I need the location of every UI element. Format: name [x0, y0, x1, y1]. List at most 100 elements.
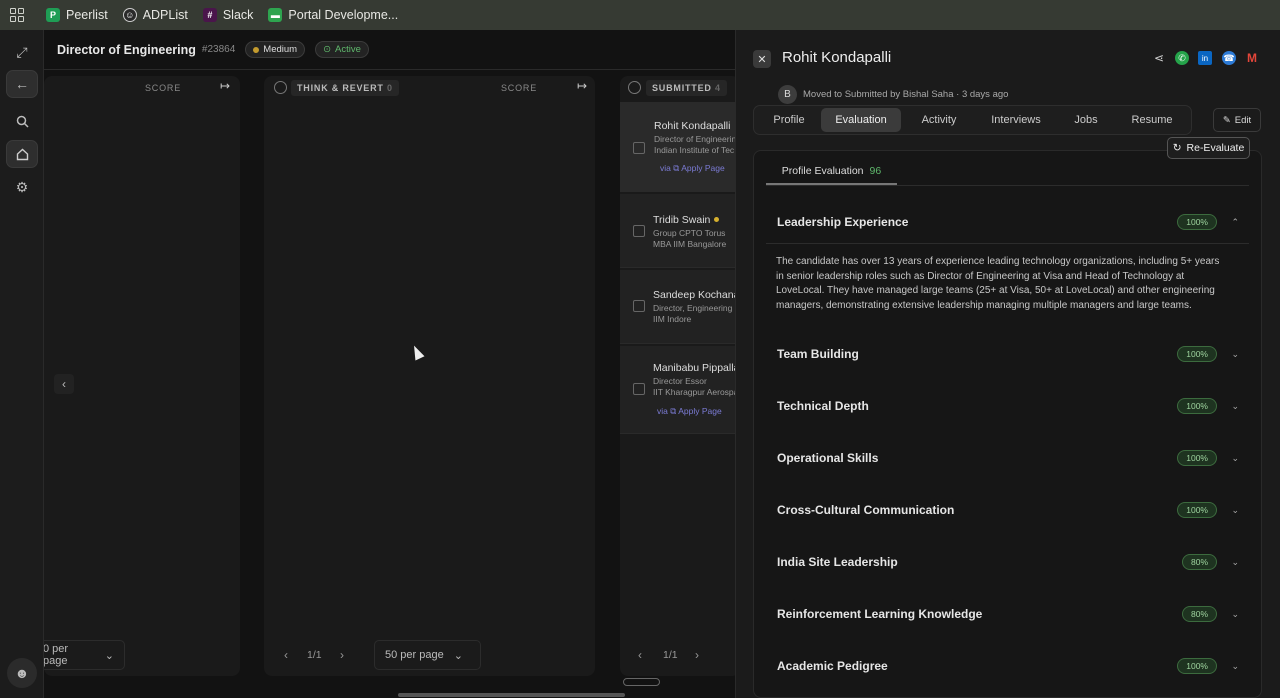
candidate-card[interactable]: Rohit Kondapalli Director of Engineerin … — [620, 102, 740, 192]
tab-activity[interactable]: Activity — [901, 108, 977, 132]
external-link-icon: ⧉ — [670, 406, 677, 416]
status-label: Active — [335, 44, 361, 55]
kanban-column-submitted: SUBMITTED 4 Rohit Kondapalli Director of… — [620, 76, 740, 676]
column-header: SCORE ↦ — [44, 76, 240, 100]
candidate-card[interactable]: Tridib Swain Group CPTO Torus MBA IIM Ba… — [620, 194, 740, 268]
chevron-down-icon[interactable]: ⌄ — [1231, 609, 1239, 620]
edit-button[interactable]: ✎ Edit — [1213, 108, 1261, 132]
priority-dot-icon — [253, 46, 260, 53]
close-icon[interactable]: ✕ — [753, 50, 771, 68]
bookmark-label: Peerlist — [66, 8, 108, 22]
prev-page-icon[interactable]: ‹ — [638, 648, 642, 662]
source-link[interactable]: via ⧉ Apply Page — [657, 406, 722, 417]
tab-jobs[interactable]: Jobs — [1055, 108, 1117, 132]
chevron-up-icon[interactable]: ⌃ — [1231, 217, 1239, 228]
chevron-down-icon[interactable]: ⌄ — [1231, 505, 1239, 516]
select-all-radio[interactable] — [628, 81, 641, 94]
eval-section-academic-pedigree[interactable]: Academic Pedigree 100% ⌄ — [777, 658, 1239, 674]
bookmarks-bar: P Peerlist ☺ ADPList # Slack ▬ Portal De… — [0, 0, 1280, 30]
candidate-checkbox[interactable] — [633, 225, 645, 237]
home-icon[interactable] — [6, 140, 38, 168]
candidate-name: Rohit Kondapalli — [654, 120, 731, 132]
tab-resume[interactable]: Resume — [1117, 108, 1187, 132]
app-sidebar: ⤢ ← ⚙ ☻ — [0, 30, 44, 698]
select-all-radio[interactable] — [274, 81, 287, 94]
column-count: 4 — [715, 83, 721, 93]
gmail-icon[interactable]: M — [1245, 51, 1259, 65]
source-link[interactable]: via ⧉ Apply Page — [660, 163, 725, 174]
share-icon[interactable]: ⋖ — [1152, 51, 1166, 65]
eval-section-operational-skills[interactable]: Operational Skills 100% ⌄ — [777, 450, 1239, 466]
candidate-school: Indian Institute of Tec — [654, 145, 735, 155]
eval-section-leadership[interactable]: Leadership Experience 100% ⌃ — [777, 214, 1239, 230]
apps-grid-icon[interactable] — [10, 8, 24, 22]
eval-section-cross-cultural[interactable]: Cross-Cultural Communication 100% ⌄ — [777, 502, 1239, 518]
eval-section-india-site[interactable]: India Site Leadership 80% ⌄ — [777, 554, 1239, 570]
horizontal-scrollbar[interactable] — [398, 693, 625, 697]
tab-profile-evaluation[interactable]: Profile Evaluation 96 — [766, 159, 897, 185]
candidate-role: Director Essor — [653, 376, 707, 386]
bookmark-slack[interactable]: # Slack — [202, 8, 254, 22]
phone-icon[interactable]: ☎ — [1222, 51, 1236, 65]
kanban-column-think-revert: THINK & REVERT 0 SCORE ↦ ‹ 1/1 › 50 per … — [264, 76, 595, 676]
chevron-down-icon[interactable]: ⌄ — [1231, 349, 1239, 360]
priority-badge: Medium — [245, 41, 306, 58]
candidate-checkbox[interactable] — [633, 142, 645, 154]
next-page-icon[interactable]: › — [340, 648, 344, 662]
section-score-badge: 80% — [1181, 606, 1217, 622]
candidate-name: Sandeep Kochana — [653, 289, 740, 301]
per-page-select[interactable]: 0 per page ⌄ — [44, 640, 125, 670]
settings-gear-icon[interactable]: ⚙ — [6, 173, 38, 201]
per-page-select[interactable]: 50 per page ⌄ — [374, 640, 481, 670]
chevron-down-icon[interactable]: ⌄ — [1231, 661, 1239, 672]
section-title: Cross-Cultural Communication — [777, 503, 955, 517]
scroll-thumb[interactable] — [623, 678, 660, 686]
divider — [766, 185, 1249, 186]
candidate-checkbox[interactable] — [633, 383, 645, 395]
tab-interviews[interactable]: Interviews — [977, 108, 1055, 132]
section-score-badge: 100% — [1177, 214, 1217, 230]
edit-label: Edit — [1234, 114, 1252, 126]
next-page-icon[interactable]: › — [695, 648, 699, 662]
adplist-icon: ☺ — [122, 8, 137, 22]
re-evaluate-button[interactable]: ↻ Re-Evaluate — [1167, 137, 1250, 159]
eval-section-reinforcement-learning[interactable]: Reinforcement Learning Knowledge 80% ⌄ — [777, 606, 1239, 622]
user-avatar[interactable]: ☻ — [7, 658, 37, 688]
linkedin-icon[interactable]: in — [1198, 51, 1212, 65]
bookmark-portal[interactable]: ▬ Portal Developme... — [268, 8, 398, 22]
per-page-label: 50 per page — [385, 649, 444, 661]
chevron-down-icon[interactable]: ⌄ — [1231, 401, 1239, 412]
bookmark-label: ADPList — [142, 8, 188, 22]
bookmark-label: Slack — [222, 8, 254, 22]
per-page-label: 0 per page — [44, 643, 69, 667]
eval-section-team-building[interactable]: Team Building 100% ⌄ — [777, 346, 1239, 362]
job-title: Director of Engineering — [57, 42, 196, 57]
search-icon[interactable] — [6, 107, 38, 135]
tab-evaluation[interactable]: Evaluation — [821, 108, 901, 132]
section-title: India Site Leadership — [777, 555, 898, 569]
tab-profile[interactable]: Profile — [757, 108, 821, 132]
chevron-down-icon[interactable]: ⌄ — [1231, 557, 1239, 568]
bookmark-adplist[interactable]: ☺ ADPList — [122, 8, 188, 22]
section-score-badge: 100% — [1177, 450, 1217, 466]
collapse-arrow-icon[interactable]: ↦ — [577, 79, 588, 93]
section-score-badge: 100% — [1177, 398, 1217, 414]
eval-section-technical-depth[interactable]: Technical Depth 100% ⌄ — [777, 398, 1239, 414]
expand-icon[interactable]: ⤢ — [6, 38, 38, 66]
collapse-arrow-icon[interactable]: ↦ — [220, 79, 231, 93]
portal-icon: ▬ — [268, 8, 283, 22]
page-indicator: 1/1 — [663, 649, 678, 661]
section-title: Academic Pedigree — [777, 659, 888, 673]
candidate-role: Director, Engineering — [653, 303, 733, 313]
prev-page-icon[interactable]: ‹ — [284, 648, 288, 662]
candidate-checkbox[interactable] — [633, 300, 645, 312]
candidate-card[interactable]: Sandeep Kochana Director, Engineering II… — [620, 270, 740, 344]
chevron-down-icon[interactable]: ⌄ — [1231, 453, 1239, 464]
chevron-left-icon[interactable]: ‹ — [54, 374, 74, 394]
candidate-role: Director of Engineerin — [654, 134, 737, 144]
bookmark-peerlist[interactable]: P Peerlist — [46, 8, 108, 22]
whatsapp-icon[interactable]: ✆ — [1175, 51, 1189, 65]
back-arrow-icon[interactable]: ← — [6, 70, 38, 98]
candidate-card[interactable]: Manibabu Pippalla Director Essor IIT Kha… — [620, 346, 740, 434]
chevron-down-icon: ⌄ — [453, 649, 463, 662]
